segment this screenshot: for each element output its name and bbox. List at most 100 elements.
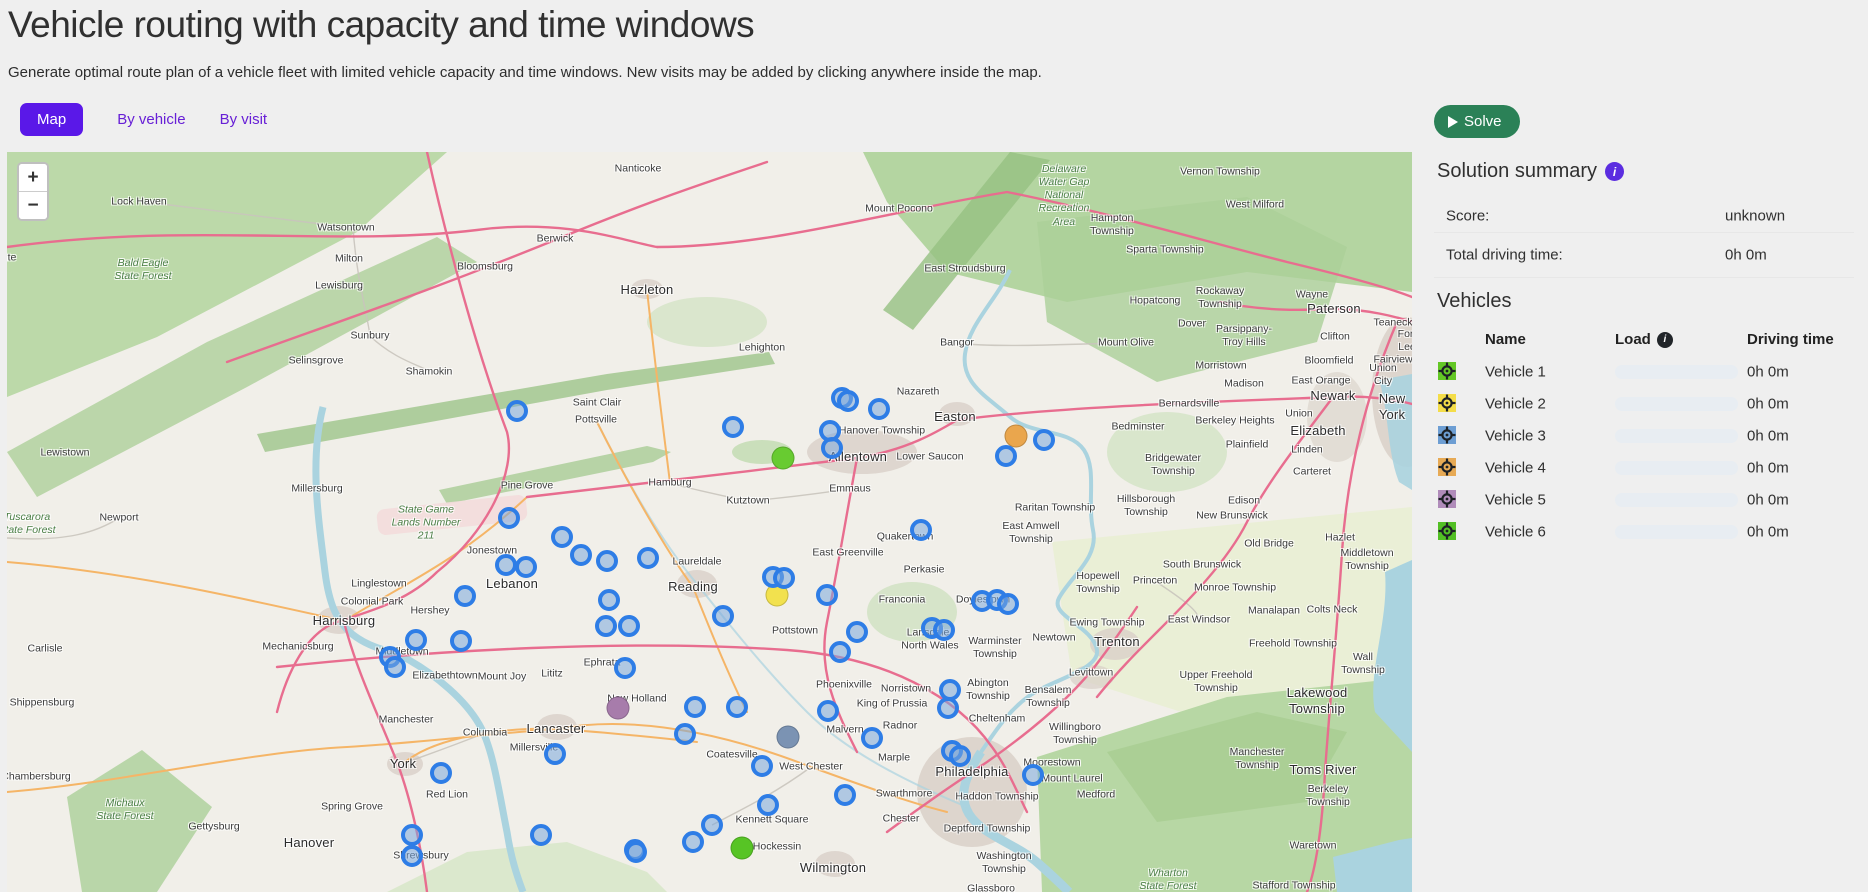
depot-marker[interactable] [772,447,795,470]
tab-bar: Map By vehicle By visit [20,103,267,136]
map-label: Fairview [1373,353,1412,366]
map-label: Nanticoke [615,162,662,175]
visit-marker[interactable] [595,615,617,637]
map-label: Wharton State Forest [1139,867,1196,892]
map-label: Wall Township [1339,651,1388,677]
tab-by-vehicle[interactable]: By vehicle [117,111,185,128]
map-label: Hershey [410,604,449,617]
visit-marker[interactable] [401,824,423,846]
vehicle-name: Vehicle 6 [1485,524,1546,541]
visit-marker[interactable] [544,743,566,765]
visit-marker[interactable] [829,641,851,663]
summary-value: unknown [1725,207,1785,224]
visit-marker[interactable] [450,630,472,652]
map-label: Milton [335,252,363,265]
map-label: Ewing Township [1069,616,1144,629]
map-label: Bald Eagle State Forest [114,257,171,283]
tab-by-visit[interactable]: By visit [220,111,268,128]
map-label: Franconia [879,593,926,606]
map-label: Chambersburg [7,770,71,783]
vehicle-driving-time: 0h 0m [1747,364,1789,381]
map-label: Princeton [1133,574,1177,587]
map-label: Newark [1310,388,1355,404]
visit-marker[interactable] [506,400,528,422]
visit-marker[interactable] [817,700,839,722]
visit-marker[interactable] [949,745,971,767]
summary-label: Total driving time: [1446,246,1563,263]
map-label: Rockaway Township [1196,285,1244,311]
map-label: Sunbury [350,329,389,342]
visit-marker[interactable] [821,437,843,459]
summary-info-icon[interactable]: i [1605,162,1624,181]
solve-button[interactable]: Solve [1434,105,1520,138]
visit-marker[interactable] [684,696,706,718]
visit-marker[interactable] [995,445,1017,467]
map-label: Phoenixville [816,678,872,691]
zoom-out-button[interactable]: − [19,192,47,219]
visit-marker[interactable] [596,550,618,572]
visit-marker[interactable] [401,845,423,867]
visit-marker[interactable] [834,784,856,806]
visit-marker[interactable] [751,755,773,777]
visit-marker[interactable] [495,554,517,576]
visit-marker[interactable] [933,619,955,641]
map-label: Glassboro [967,882,1015,892]
map-label: Wayne [1296,288,1328,301]
visit-marker[interactable] [430,762,452,784]
map-label: West Chester [779,760,842,773]
visit-marker[interactable] [1033,429,1055,451]
visit-marker[interactable] [454,585,476,607]
map-label: Lancaster [527,721,586,737]
visit-marker[interactable] [570,544,592,566]
visit-marker[interactable] [910,519,932,541]
visit-marker[interactable] [726,696,748,718]
map-label: Monroe Township [1194,581,1276,594]
visit-marker[interactable] [384,656,406,678]
tab-map[interactable]: Map [20,103,83,136]
visit-marker[interactable] [837,390,859,412]
visit-marker[interactable] [861,727,883,749]
visit-marker[interactable] [701,814,723,836]
map-label: Linden [1291,443,1323,456]
visit-marker[interactable] [997,593,1019,615]
map-label: Washington Township [976,850,1031,876]
visit-marker[interactable] [515,556,537,578]
visit-marker[interactable] [937,697,959,719]
visit-marker[interactable] [682,831,704,853]
solution-summary-heading: Solution summary i [1437,160,1624,183]
depot-marker[interactable] [777,726,800,749]
visit-marker[interactable] [637,547,659,569]
visit-marker[interactable] [618,615,640,637]
visit-marker[interactable] [405,629,427,651]
vehicle-load-bar [1615,461,1738,475]
route-map[interactable]: Lock HavenBellefonteBald Eagle State For… [7,152,1412,892]
visit-marker[interactable] [530,824,552,846]
map-label: Millersburg [291,482,342,495]
vehicle-load-bar [1615,429,1738,443]
visit-marker[interactable] [712,605,734,627]
visit-marker[interactable] [614,657,636,679]
depot-marker[interactable] [731,837,754,860]
zoom-in-button[interactable]: + [19,164,47,192]
visit-marker[interactable] [625,841,647,863]
map-label: King of Prussia [857,697,928,710]
visit-marker[interactable] [868,398,890,420]
visit-marker[interactable] [1022,764,1044,786]
visit-marker[interactable] [722,416,744,438]
visit-marker[interactable] [674,723,696,745]
map-label: Waretown [1290,839,1337,852]
map-label: Swarthmore [876,787,933,800]
depot-marker[interactable] [1005,425,1028,448]
summary-value: 0h 0m [1725,246,1767,263]
load-info-icon[interactable]: i [1657,332,1673,348]
depot-marker[interactable] [607,697,630,720]
visit-marker[interactable] [846,621,868,643]
map-label: Pine Grove [501,479,554,492]
visit-marker[interactable] [757,794,779,816]
visit-marker[interactable] [551,526,573,548]
visit-marker[interactable] [498,507,520,529]
visit-marker[interactable] [816,584,838,606]
map-label: Mount Pocono [865,202,933,215]
visit-marker[interactable] [598,589,620,611]
visit-marker[interactable] [773,567,795,589]
